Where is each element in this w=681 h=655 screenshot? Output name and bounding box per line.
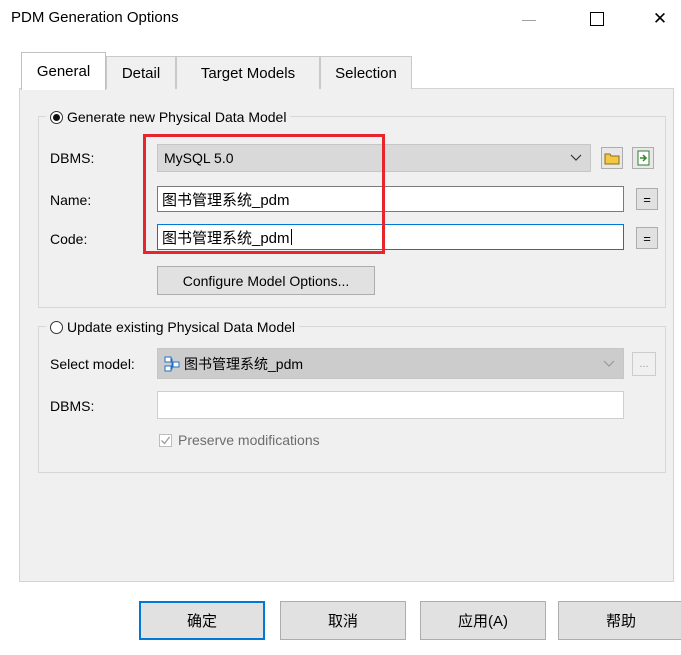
folder-icon <box>604 153 620 165</box>
browse-model-button[interactable]: ... <box>632 352 656 376</box>
chevron-down-icon <box>570 154 582 161</box>
chevron-down-icon <box>603 360 615 367</box>
code-equals-button[interactable]: = <box>636 227 658 249</box>
tab-selection[interactable]: Selection <box>320 56 412 89</box>
minimize-icon: — <box>522 11 536 27</box>
code-label: Code: <box>50 231 88 247</box>
generate-radio-indicator <box>50 110 63 124</box>
document-arrow-icon <box>637 150 650 166</box>
checkbox-indicator <box>159 433 172 447</box>
update-radio-indicator <box>50 320 63 334</box>
apply-button[interactable]: 应用(A) <box>420 601 546 640</box>
help-button[interactable]: 帮助 <box>558 601 681 640</box>
tab-general[interactable]: General <box>21 52 106 90</box>
name-equals-button[interactable]: = <box>636 188 658 210</box>
maximize-button[interactable] <box>574 0 620 38</box>
maximize-icon <box>590 12 604 26</box>
select-model-label: Select model: <box>50 356 135 372</box>
update-dbms-label: DBMS: <box>50 398 95 414</box>
update-radio-label: Update existing Physical Data Model <box>67 319 296 335</box>
close-icon: ✕ <box>652 9 668 28</box>
generate-radio-label: Generate new Physical Data Model <box>67 109 287 125</box>
open-folder-button[interactable] <box>601 147 623 169</box>
configure-model-options-button[interactable]: Configure Model Options... <box>157 266 375 295</box>
highlight-box <box>143 134 385 254</box>
dbms-label: DBMS: <box>50 150 95 166</box>
select-model-value: 图书管理系统_pdm <box>184 355 304 372</box>
cancel-button[interactable]: 取消 <box>280 601 406 640</box>
window-title: PDM Generation Options <box>11 9 179 26</box>
update-radio[interactable]: Update existing Physical Data Model <box>46 317 300 337</box>
name-label: Name: <box>50 192 92 208</box>
minimize-button[interactable]: — <box>506 0 552 38</box>
model-icon <box>164 356 180 371</box>
update-dbms-input[interactable] <box>157 391 624 419</box>
ok-button[interactable]: 确定 <box>139 601 265 640</box>
embed-dbms-button[interactable] <box>632 147 654 169</box>
select-model-dropdown[interactable]: 图书管理系统_pdm <box>157 348 624 379</box>
tab-detail[interactable]: Detail <box>106 56 176 89</box>
preserve-modifications-checkbox[interactable]: Preserve modifications <box>159 432 320 448</box>
tab-target-models[interactable]: Target Models <box>176 56 320 89</box>
preserve-modifications-label: Preserve modifications <box>178 432 320 448</box>
generate-radio[interactable]: Generate new Physical Data Model <box>46 107 291 127</box>
check-icon <box>161 436 171 444</box>
close-button[interactable]: ✕ <box>637 0 681 38</box>
